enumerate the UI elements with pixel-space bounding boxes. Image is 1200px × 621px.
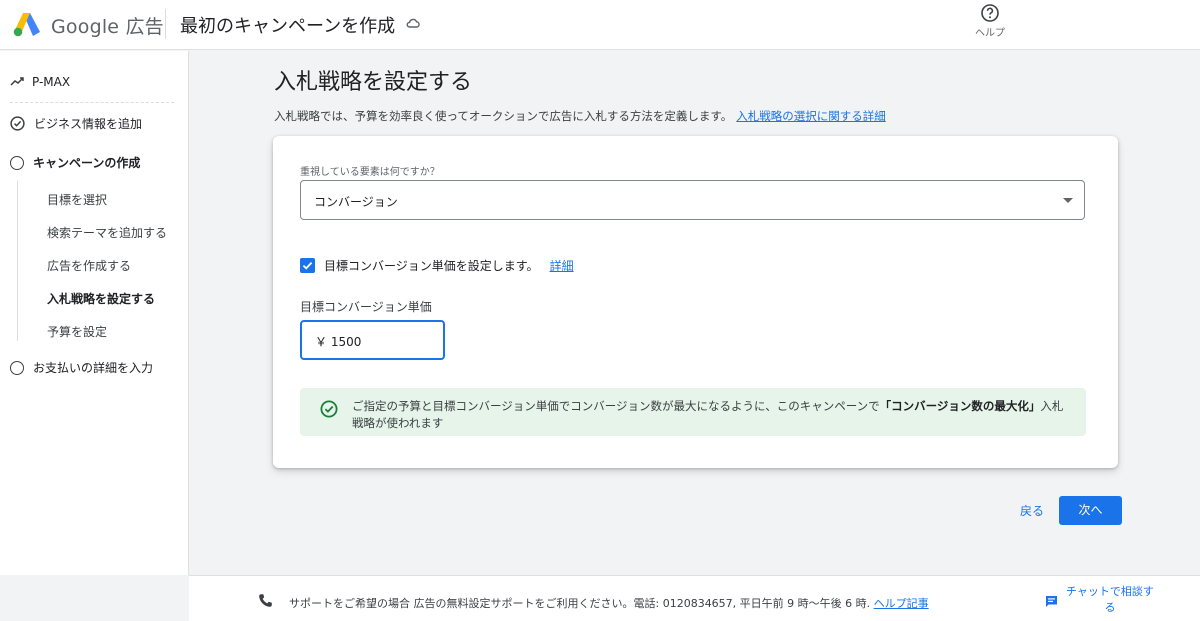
sidebar-substep-goal[interactable]: 目標を選択 <box>47 191 107 208</box>
header-divider <box>165 9 166 39</box>
strategy-notice: ご指定の予算と目標コンバージョン単価でコンバージョン数が最大になるように、このキ… <box>300 388 1086 436</box>
chat-icon[interactable] <box>1045 595 1058 608</box>
target-cpa-label: 目標コンバージョン単価 <box>300 300 432 314</box>
focus-select[interactable]: コンバージョン <box>300 180 1085 220</box>
sidebar: P-MAX ビジネス情報を追加 キャンペーンの作成 目標を選択 検索テーマを追加… <box>0 51 189 575</box>
campaign-title: 最初のキャンペーンを作成 <box>180 16 396 37</box>
page-title: 入札戦略を設定する <box>274 70 473 95</box>
campaign-type-label: P-MAX <box>32 75 71 89</box>
sidebar-substep-budget[interactable]: 予算を設定 <box>47 323 107 340</box>
focus-select-value: コンバージョン <box>314 195 398 209</box>
sidebar-step-business-info[interactable]: ビジネス情報を追加 <box>10 115 142 132</box>
sidebar-step-label: キャンペーンの作成 <box>33 156 141 170</box>
support-footer: サポートをご希望の場合 広告の無料設定サポートをご利用ください。電話: 0120… <box>189 575 1200 621</box>
campaign-type: P-MAX <box>10 75 70 89</box>
notice-text-pre: ご指定の予算と目標コンバージョン単価でコンバージョン数が最大になるように、このキ… <box>352 399 880 413</box>
sidebar-step-campaign-create[interactable]: キャンペーンの作成 <box>10 154 140 171</box>
help-button[interactable]: ヘルプ <box>968 3 1012 39</box>
details-link[interactable]: 詳細 <box>550 257 574 274</box>
help-icon <box>981 4 999 22</box>
sidebar-step-label: お支払いの詳細を入力 <box>33 361 154 375</box>
support-message: サポートをご希望の場合 広告の無料設定サポートをご利用ください。電話: 0120… <box>289 597 871 610</box>
cloud-sync-icon <box>406 18 420 28</box>
notice-text: ご指定の予算と目標コンバージョン単価でコンバージョン数が最大になるように、このキ… <box>352 398 1072 432</box>
checkbox-check-icon <box>302 261 313 270</box>
page-description: 入札戦略では、予算を効率良く使ってオークションで広告に入札する方法を定義します。… <box>274 108 886 124</box>
description-text: 入札戦略では、予算を効率良く使ってオークションで広告に入札する方法を定義します。 <box>274 109 733 123</box>
back-button[interactable]: 戻る <box>1010 497 1054 525</box>
circle-icon <box>10 360 24 375</box>
sidebar-substep-create-ad[interactable]: 広告を作成する <box>47 257 131 274</box>
sidebar-step-payment[interactable]: お支払いの詳細を入力 <box>10 359 153 376</box>
next-button[interactable]: 次へ <box>1059 496 1122 525</box>
substep-line <box>17 181 18 341</box>
bidding-card: 重視している要素は何ですか？ コンバージョン 目標コンバージョン単価を設定します… <box>273 136 1118 468</box>
help-article-link[interactable]: ヘルプ記事 <box>874 597 929 610</box>
check-circle-icon <box>10 116 25 131</box>
sidebar-substep-search-themes[interactable]: 検索テーマを追加する <box>47 224 167 241</box>
target-cpa-checkbox-row: 目標コンバージョン単価を設定します。 詳細 <box>300 257 574 274</box>
target-cpa-checkbox[interactable] <box>300 258 315 273</box>
notice-text-bold: 「コンバージョン数の最大化」 <box>879 399 1041 413</box>
circle-icon <box>10 155 24 170</box>
bidding-info-link[interactable]: 入札戦略の選択に関する詳細 <box>736 109 886 123</box>
sidebar-step-label: ビジネス情報を追加 <box>34 117 143 131</box>
dropdown-caret-icon <box>1063 198 1073 203</box>
top-bar: Google 広告 最初のキャンペーンを作成 ヘルプ <box>0 0 1200 50</box>
sidebar-divider <box>10 102 174 103</box>
sidebar-substep-bidding[interactable]: 入札戦略を設定する <box>47 290 155 307</box>
google-ads-logo-icon[interactable] <box>13 11 41 37</box>
brand-name: Google 広告 <box>51 16 164 38</box>
trend-icon <box>10 77 24 86</box>
focus-select-label: 重視している要素は何ですか？ <box>300 167 440 178</box>
help-label: ヘルプ <box>975 28 1005 39</box>
chat-button[interactable]: チャットで相談する <box>1065 584 1155 616</box>
target-cpa-input[interactable]: ￥ 1500 <box>300 320 445 360</box>
target-cpa-value: ￥ 1500 <box>315 335 362 349</box>
phone-icon <box>259 594 272 607</box>
target-cpa-checkbox-label: 目標コンバージョン単価を設定します。 <box>324 259 539 273</box>
check-circle-icon <box>320 400 338 418</box>
support-text: サポートをご希望の場合 広告の無料設定サポートをご利用ください。電話: 0120… <box>289 595 929 611</box>
